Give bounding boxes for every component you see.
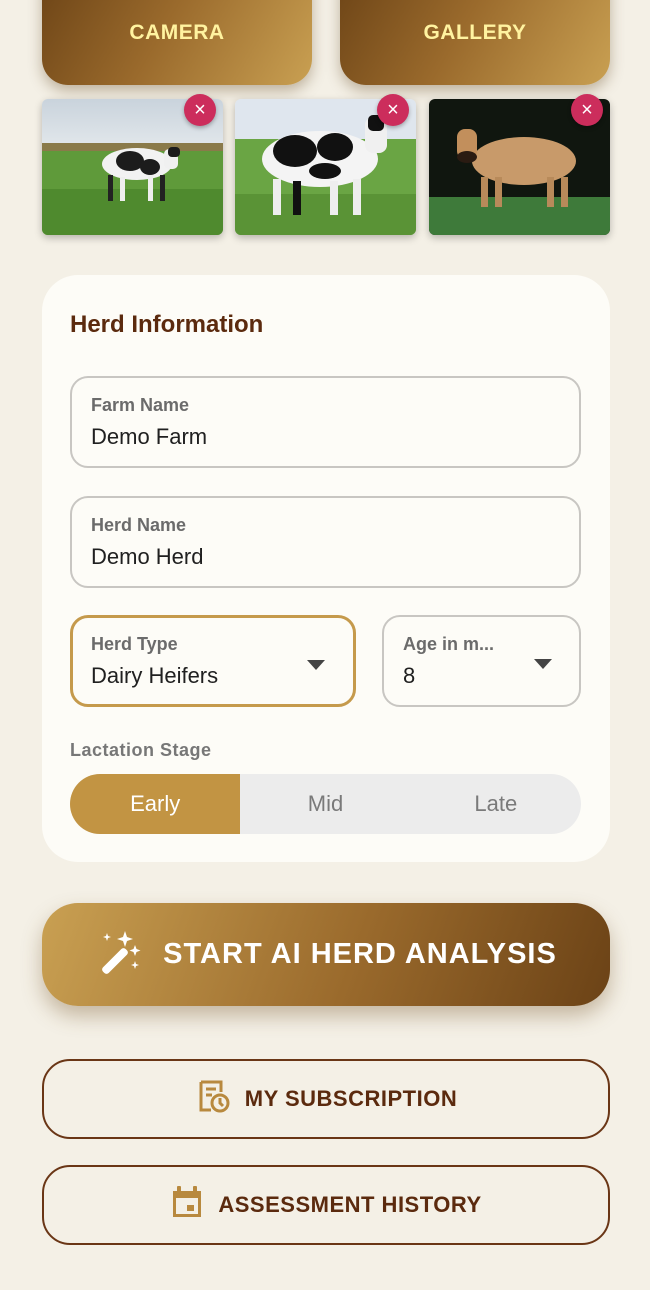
age-label: Age in m... (403, 634, 495, 654)
lactation-option-mid[interactable]: Mid (240, 774, 410, 834)
herd-information-card: Herd Information Farm Name Demo Farm Her… (42, 275, 610, 862)
assessment-history-button[interactable]: ASSESSMENT HISTORY (42, 1165, 610, 1245)
herd-name-value: Demo Herd (91, 544, 204, 569)
age-dropdown[interactable]: Age in m... 8 (382, 615, 581, 707)
camera-button-label: CAMERA (129, 21, 225, 44)
farm-name-field[interactable]: Farm Name Demo Farm (70, 376, 581, 468)
chevron-down-icon (534, 659, 552, 669)
farm-name-value: Demo Farm (91, 424, 208, 449)
start-ai-herd-analysis-button[interactable]: START AI HERD ANALYSIS (42, 903, 610, 1006)
gallery-button-label: GALLERY (423, 21, 527, 44)
lactation-option-late[interactable]: Late (411, 774, 581, 834)
farm-name-label: Farm Name (91, 395, 190, 415)
camera-button[interactable]: CAMERA (42, 0, 312, 85)
remove-photo-3-button[interactable]: × (571, 94, 603, 126)
history-button-label: ASSESSMENT HISTORY (218, 1192, 482, 1217)
remove-photo-1-button[interactable]: × (184, 94, 216, 126)
herd-type-value: Dairy Heifers (91, 663, 219, 688)
herd-name-field[interactable]: Herd Name Demo Herd (70, 496, 581, 588)
gallery-button[interactable]: GALLERY (340, 0, 610, 85)
card-title: Herd Information (70, 311, 264, 338)
close-icon: × (194, 98, 206, 121)
herd-type-label: Herd Type (91, 634, 178, 654)
calendar-icon (170, 1184, 204, 1226)
subscription-clock-icon (195, 1078, 231, 1120)
herd-type-dropdown[interactable]: Herd Type Dairy Heifers (70, 615, 356, 707)
close-icon: × (581, 98, 593, 121)
chevron-down-icon (307, 660, 325, 670)
close-icon: × (387, 98, 399, 121)
magic-wand-icon (95, 927, 143, 983)
age-value: 8 (403, 663, 416, 688)
remove-photo-2-button[interactable]: × (377, 94, 409, 126)
herd-name-label: Herd Name (91, 515, 187, 535)
lactation-option-early[interactable]: Early (70, 774, 241, 834)
my-subscription-button[interactable]: MY SUBSCRIPTION (42, 1059, 610, 1139)
lactation-stage-selector: Early Mid Late (70, 774, 581, 834)
lactation-stage-label: Lactation Stage (70, 740, 212, 760)
start-button-label: START AI HERD ANALYSIS (163, 938, 557, 970)
subscription-button-label: MY SUBSCRIPTION (244, 1086, 458, 1111)
